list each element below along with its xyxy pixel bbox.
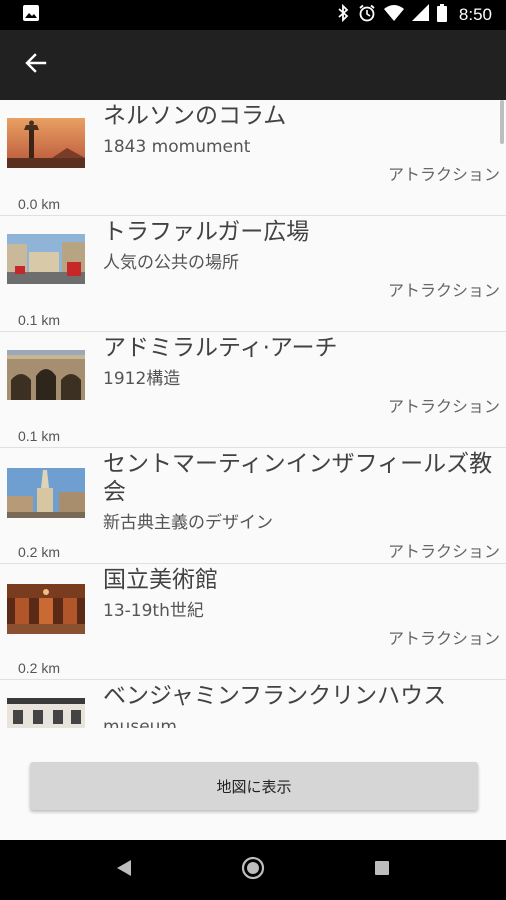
place-name: ネルソンのコラム [103, 103, 287, 129]
image-icon [22, 4, 40, 26]
list-item[interactable]: 0.2 km 国立美術館 13-19th世紀 アトラクション [0, 564, 506, 680]
distance-label: 0.1 km [18, 428, 61, 444]
show-on-map-button[interactable]: 地図に表示 [30, 762, 478, 810]
home-icon [240, 855, 266, 885]
place-category: アトラクション [387, 542, 500, 561]
list-item[interactable]: 0.1 km アドミラルティ·アーチ 1912構造 アトラクション [0, 332, 506, 448]
battery-icon [436, 3, 447, 27]
place-name: 国立美術館 [103, 567, 218, 593]
navigation-bar [0, 840, 506, 900]
place-category: アトラクション [387, 629, 500, 648]
place-description: 1912構造 [103, 369, 181, 389]
app-bar [0, 30, 506, 100]
signal-icon [411, 4, 429, 26]
distance-label: 0.0 km [18, 196, 61, 212]
place-category: アトラクション [387, 281, 500, 300]
nav-home-button[interactable] [223, 840, 283, 900]
place-name: セントマーティンインザフィールズ教会 [103, 451, 493, 505]
back-button[interactable] [0, 30, 72, 100]
place-category: アトラクション [387, 397, 500, 416]
list-item[interactable]: ベンジャミンフランクリンハウス museum [0, 680, 506, 728]
list-item[interactable]: 0.1 km トラファルガー広場 人気の公共の場所 アトラクション [0, 216, 506, 332]
place-name: ベンジャミンフランクリンハウス [103, 683, 447, 709]
place-thumbnail [7, 234, 85, 284]
nav-back-button[interactable] [94, 840, 154, 900]
clock: 8:50 [458, 5, 492, 24]
arrow-left-icon [25, 52, 47, 78]
list-item[interactable]: 0.2 km セントマーティンインザフィールズ教会 新古典主義のデザイン アトラ… [0, 448, 506, 564]
place-category: アトラクション [387, 165, 500, 184]
distance-label: 0.1 km [18, 312, 61, 328]
place-description: 人気の公共の場所 [103, 253, 239, 273]
list-item[interactable]: 0.0 km ネルソンのコラム 1843 momument アトラクション [0, 100, 506, 216]
alarm-icon [358, 4, 376, 27]
place-thumbnail [7, 468, 85, 518]
place-name: トラファルガー広場 [103, 219, 310, 245]
place-thumbnail [7, 584, 85, 634]
distance-label: 0.2 km [18, 660, 61, 676]
place-description: 13-19th世紀 [103, 601, 204, 621]
status-bar: 8:50 [0, 0, 506, 30]
place-list[interactable]: 0.0 km ネルソンのコラム 1843 momument アトラクション 0.… [0, 100, 506, 728]
place-name: アドミラルティ·アーチ [103, 335, 338, 361]
place-thumbnail [7, 118, 85, 168]
distance-label: 0.2 km [18, 544, 61, 560]
back-icon [115, 858, 133, 882]
place-description: 1843 momument [103, 137, 251, 157]
nav-recents-button[interactable] [352, 840, 412, 900]
place-description: 新古典主義のデザイン [103, 513, 273, 533]
place-thumbnail [7, 350, 85, 400]
scrollbar[interactable] [500, 100, 504, 144]
recents-icon [373, 859, 391, 881]
wifi-icon [383, 4, 404, 26]
place-description: museum [103, 717, 177, 728]
bluetooth-icon [336, 3, 350, 27]
place-thumbnail [7, 698, 85, 728]
